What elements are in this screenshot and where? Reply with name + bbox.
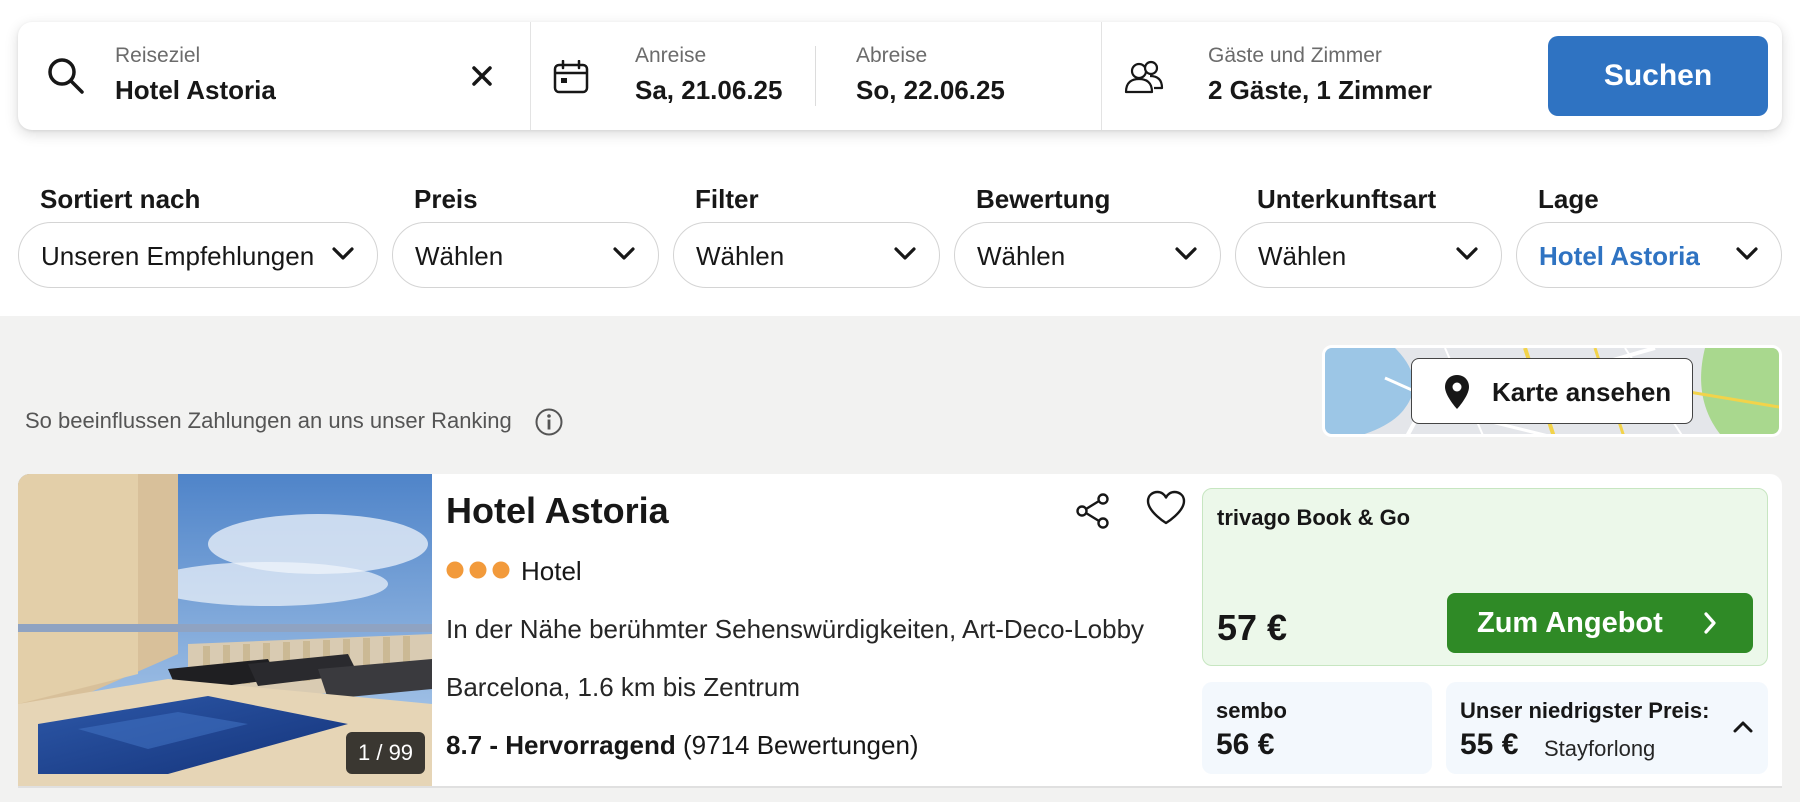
property-type-dropdown[interactable]: Wählen xyxy=(1235,222,1502,288)
star-rating-icon xyxy=(446,561,510,579)
destination-label: Reiseziel xyxy=(115,44,201,67)
chevron-down-icon xyxy=(613,247,635,260)
search-icon xyxy=(48,58,84,94)
checkout-field[interactable]: Abreise So, 22.06.25 xyxy=(816,22,1118,130)
search-bar: Reiseziel Hotel Astoria Anreise Sa, 21.0… xyxy=(18,22,1782,130)
price-dropdown[interactable]: Wählen xyxy=(392,222,659,288)
filter-label-price: Preis xyxy=(414,184,478,214)
view-deal-button[interactable]: Zum Angebot xyxy=(1447,593,1753,653)
deal-provider: trivago Book & Go xyxy=(1217,505,1411,530)
lowest-price-provider: Stayforlong xyxy=(1544,736,1656,761)
hotel-photo[interactable]: 1 / 99 xyxy=(18,474,432,786)
chevron-down-icon xyxy=(1175,247,1197,260)
info-icon[interactable] xyxy=(534,407,564,437)
filter-label-rating: Bewertung xyxy=(976,184,1111,214)
guests-value: 2 Gäste, 1 Zimmer xyxy=(1208,75,1432,105)
alternative-offer[interactable]: sembo 56 € xyxy=(1202,682,1432,774)
view-map-button[interactable]: Karte ansehen xyxy=(1411,358,1693,424)
hotel-rating[interactable]: 8.7 - Hervorragend (9714 Bewertungen) xyxy=(446,730,919,761)
location-dropdown-value: Hotel Astoria xyxy=(1539,241,1700,271)
checkin-label: Anreise xyxy=(635,44,707,67)
lowest-price-value: 55 € xyxy=(1460,728,1519,761)
filter-label-location: Lage xyxy=(1538,184,1599,214)
search-button[interactable]: Suchen xyxy=(1548,36,1768,116)
view-map-label: Karte ansehen xyxy=(1492,377,1672,407)
hotel-location[interactable]: Barcelona, 1.6 km bis Zentrum xyxy=(446,672,800,703)
chevron-down-icon xyxy=(1456,247,1478,260)
filter-label-property-type: Unterkunftsart xyxy=(1257,184,1437,214)
sort-dropdown-value: Unseren Empfehlungen xyxy=(41,241,315,271)
destination-value[interactable]: Hotel Astoria xyxy=(115,75,276,106)
property-type-dropdown-value: Wählen xyxy=(1258,241,1347,271)
chevron-down-icon xyxy=(894,247,916,260)
header-area: Reiseziel Hotel Astoria Anreise Sa, 21.0… xyxy=(0,0,1800,316)
rating-count: (9714 Bewertungen) xyxy=(682,730,919,760)
ranking-info-text[interactable]: So beeinflussen Zahlungen an uns unser R… xyxy=(25,408,512,434)
price-dropdown-value: Wählen xyxy=(415,241,504,271)
hotel-type: Hotel xyxy=(521,556,582,586)
rating-score: 8.7 - Hervorragend xyxy=(446,730,676,760)
chevron-down-icon xyxy=(1736,247,1758,260)
location-pin-icon xyxy=(1445,375,1469,409)
calendar-icon xyxy=(553,60,589,94)
checkout-label: Abreise xyxy=(856,44,928,67)
chevron-right-icon xyxy=(1704,612,1716,634)
filter-dropdown[interactable]: Wählen xyxy=(673,222,940,288)
chevron-down-icon xyxy=(332,247,354,260)
hotel-name[interactable]: Hotel Astoria xyxy=(446,490,669,532)
location-dropdown[interactable]: Hotel Astoria xyxy=(1516,222,1782,288)
alt-offer-price: 56 € xyxy=(1216,728,1275,761)
rating-dropdown-value: Wählen xyxy=(977,241,1066,271)
hotel-description: In der Nähe berühmter Sehenswürdigkeiten… xyxy=(446,614,1145,644)
sort-dropdown[interactable]: Unseren Empfehlungen xyxy=(18,222,378,288)
guests-label: Gäste und Zimmer xyxy=(1208,44,1382,67)
photo-counter: 1 / 99 xyxy=(346,732,426,774)
deal-price: 57 € xyxy=(1217,607,1288,648)
chevron-up-icon[interactable] xyxy=(1732,720,1754,734)
hotel-card[interactable]: 1 / 99 Hotel Astoria Hotel In der Nähe b… xyxy=(18,474,1782,788)
heart-icon[interactable] xyxy=(1146,490,1186,526)
alt-offer-provider: sembo xyxy=(1216,698,1287,723)
featured-deal[interactable]: trivago Book & Go 57 € Zum Angebot xyxy=(1202,488,1768,666)
view-deal-label: Zum Angebot xyxy=(1477,607,1663,639)
rating-dropdown[interactable]: Wählen xyxy=(954,222,1221,288)
filter-label-filter: Filter xyxy=(695,184,759,214)
checkout-value: So, 22.06.25 xyxy=(856,75,1005,105)
guests-icon xyxy=(1124,60,1164,94)
clear-icon[interactable] xyxy=(471,65,493,87)
guests-field[interactable]: Gäste und Zimmer 2 Gäste, 1 Zimmer xyxy=(1102,22,1532,130)
filter-dropdown-value: Wählen xyxy=(696,241,785,271)
checkin-field[interactable]: Anreise Sa, 21.06.25 xyxy=(531,22,833,130)
lowest-price-offer[interactable]: Unser niedrigster Preis: 55 € Stayforlon… xyxy=(1446,682,1768,774)
filter-label-sort: Sortiert nach xyxy=(40,184,201,214)
share-icon[interactable] xyxy=(1074,492,1112,530)
destination-field[interactable]: Reiseziel Hotel Astoria xyxy=(18,22,530,130)
checkin-value: Sa, 21.06.25 xyxy=(635,75,783,105)
lowest-price-label: Unser niedrigster Preis: xyxy=(1460,698,1710,723)
